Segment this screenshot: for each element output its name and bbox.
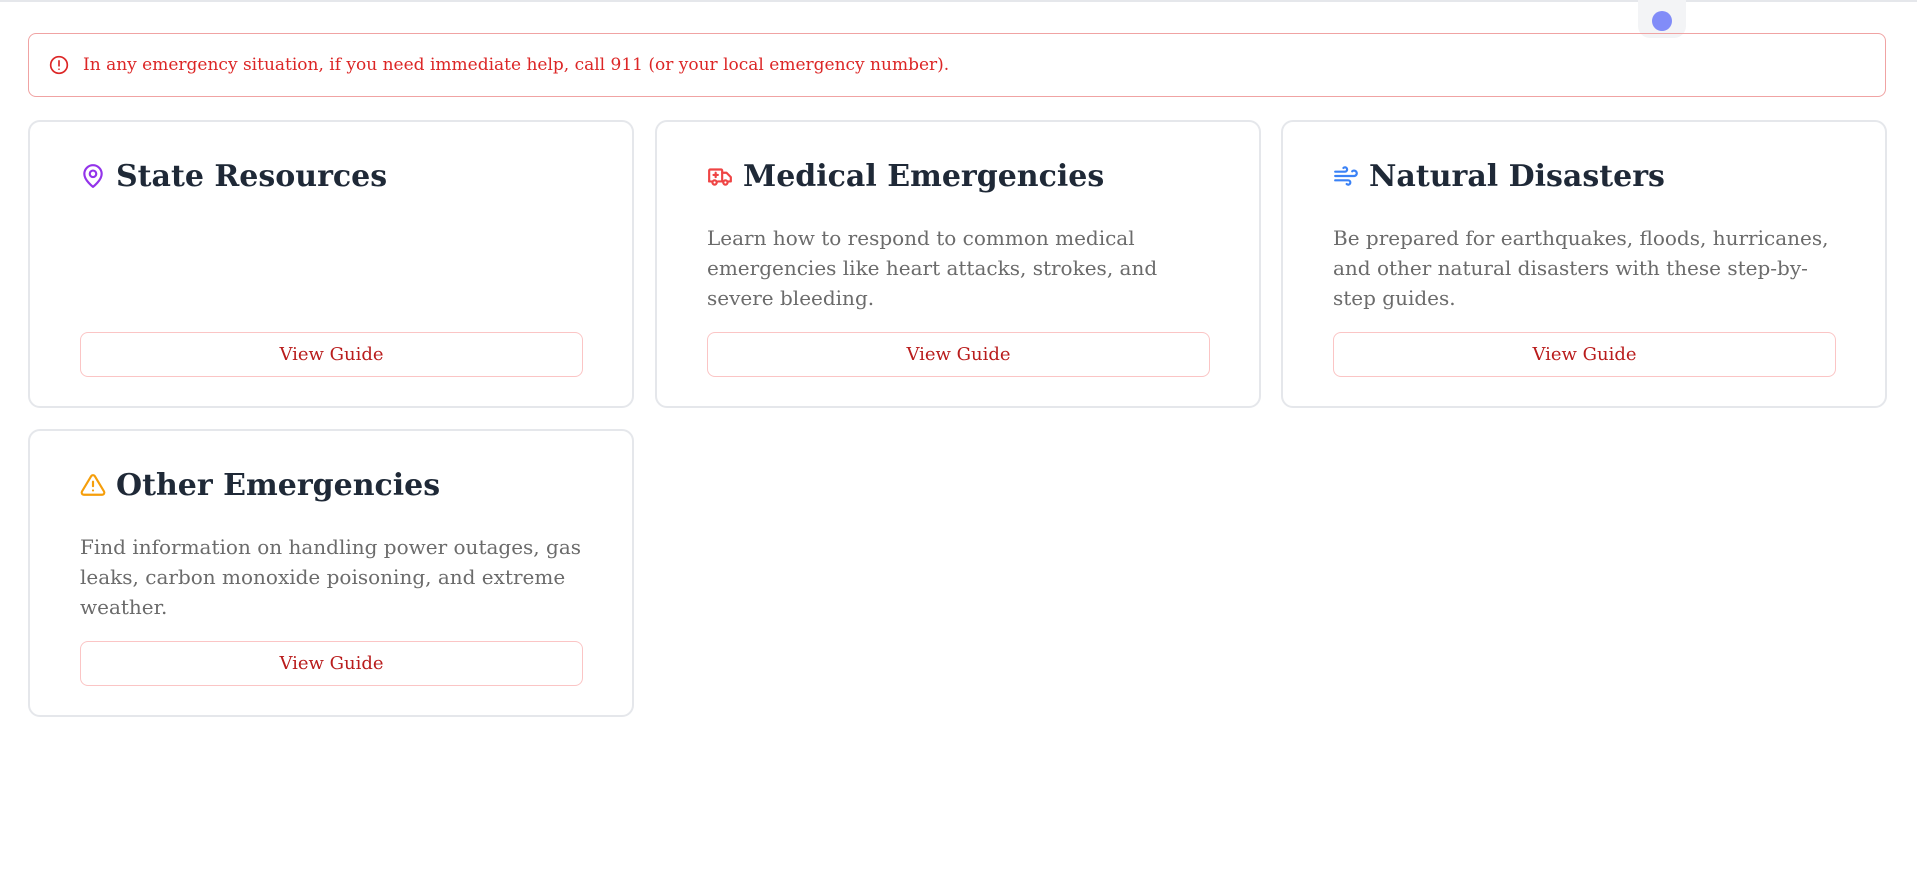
- card-other-emergencies: Other Emergencies Find information on ha…: [28, 429, 634, 717]
- view-guide-button[interactable]: View Guide: [707, 332, 1210, 377]
- card-title: Natural Disasters: [1369, 158, 1665, 194]
- view-guide-button[interactable]: View Guide: [1333, 332, 1836, 377]
- card-description: Find information on handling power outag…: [80, 535, 582, 619]
- alert-circle-icon: [49, 55, 69, 75]
- card-title: Medical Emergencies: [743, 158, 1105, 194]
- card-title: State Resources: [116, 158, 388, 194]
- view-guide-button[interactable]: View Guide: [80, 332, 583, 377]
- warning-triangle-icon: [80, 472, 106, 498]
- ambulance-icon: [707, 163, 733, 189]
- top-divider: [0, 0, 1917, 2]
- wind-icon: [1333, 163, 1359, 189]
- alert-text: In any emergency situation, if you need …: [83, 55, 950, 75]
- card-natural-disasters: Natural Disasters Be prepared for earthq…: [1281, 120, 1887, 408]
- view-guide-button[interactable]: View Guide: [80, 641, 583, 686]
- card-medical-emergencies: Medical Emergencies Learn how to respond…: [655, 120, 1261, 408]
- card-description: Be prepared for earthquakes, floods, hur…: [1333, 226, 1829, 310]
- map-pin-icon: [80, 163, 106, 189]
- card-description: Learn how to respond to common medical e…: [707, 226, 1158, 310]
- card-state-resources: State Resources View Guide: [28, 120, 634, 408]
- card-title: Other Emergencies: [116, 467, 441, 503]
- emergency-alert: In any emergency situation, if you need …: [28, 33, 1886, 97]
- toggle-dot[interactable]: [1652, 11, 1672, 31]
